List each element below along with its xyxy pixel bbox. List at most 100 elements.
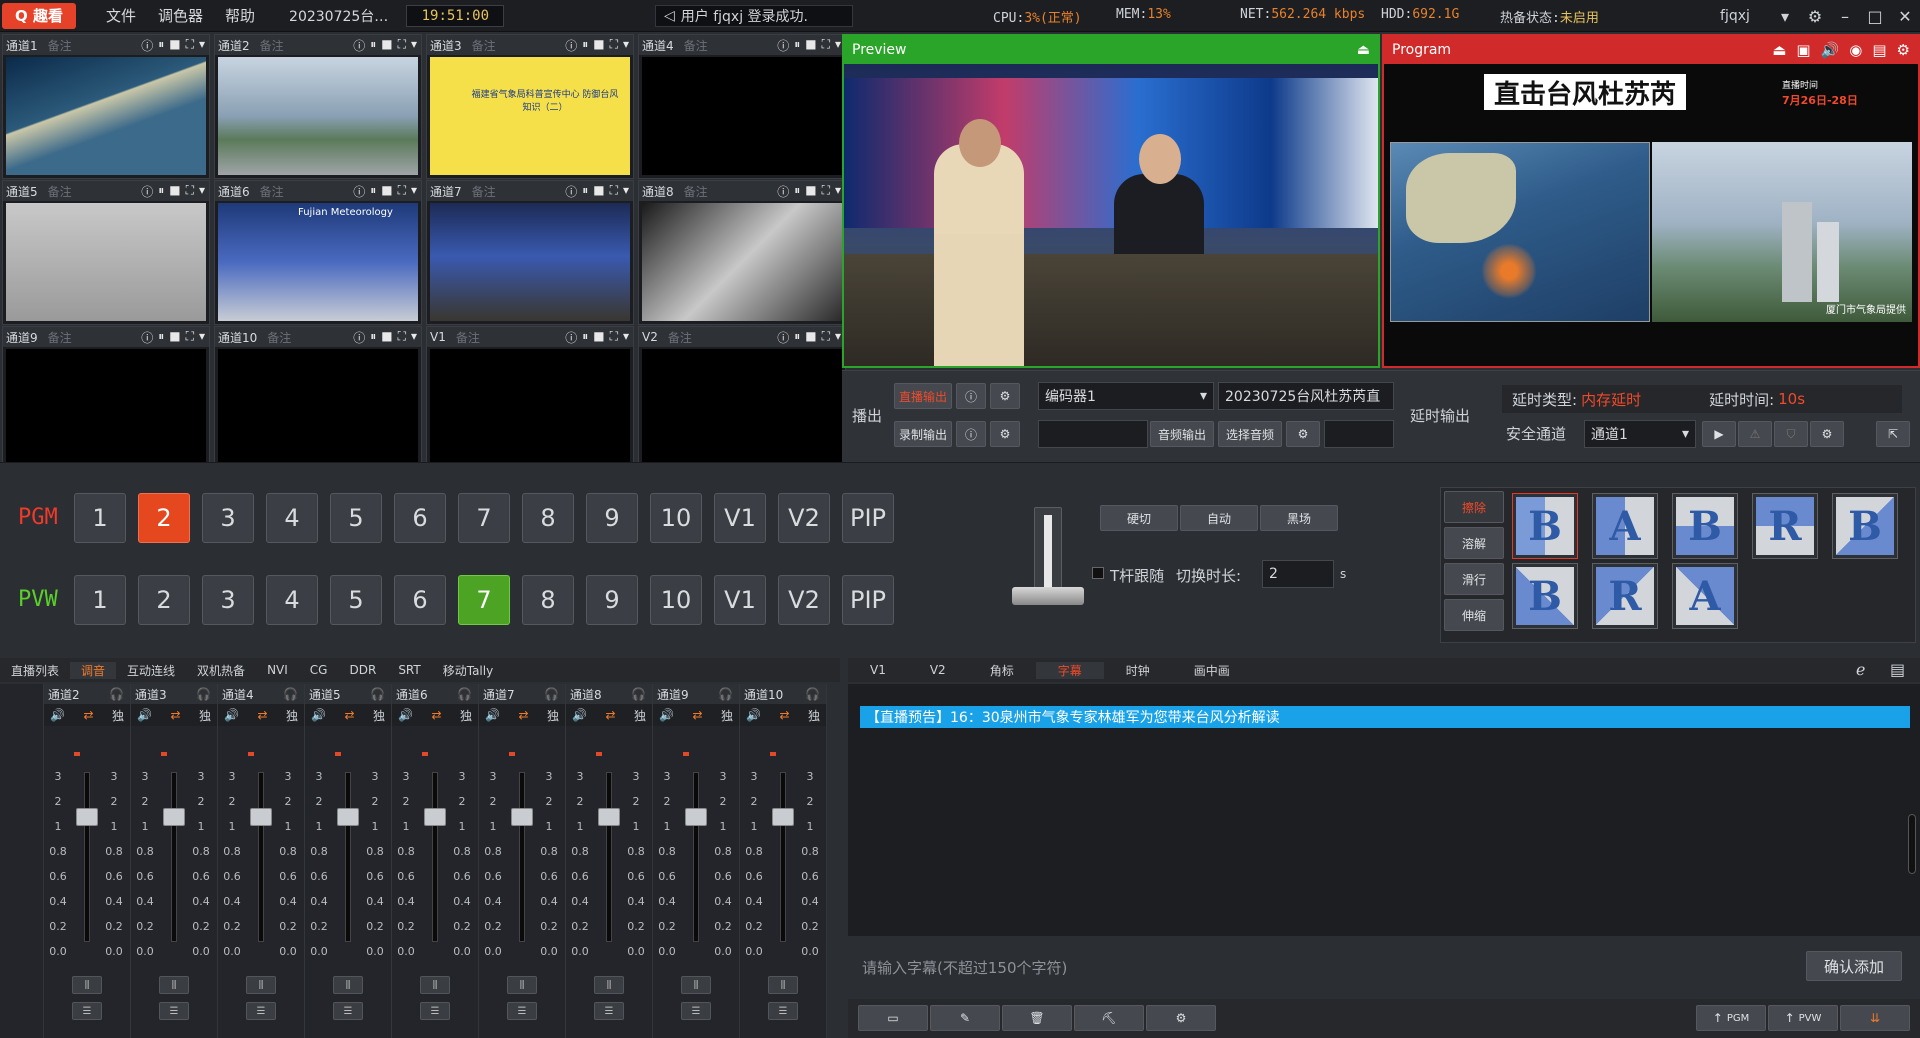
tab-right[interactable]: 角标 xyxy=(968,662,1036,679)
info-icon[interactable]: ⓘ xyxy=(141,183,153,200)
info-icon[interactable]: ⓘ xyxy=(777,37,789,54)
speaker-icon[interactable]: 🔊 xyxy=(746,708,761,722)
subtitle-input[interactable]: 请输入字幕(不超过150个字符) xyxy=(848,947,1920,987)
channel-cell[interactable]: 通道8 备注 ⓘ ⏸ ■ ⛶ ▾ xyxy=(638,180,846,325)
wipe-pattern[interactable]: B xyxy=(1832,493,1898,559)
camera-icon[interactable]: ■ xyxy=(381,37,392,54)
tab-left[interactable]: 调音 xyxy=(70,661,117,679)
pause-icon[interactable]: ⏸ xyxy=(582,183,588,200)
mixer-menu-button[interactable]: ☰ xyxy=(594,1002,624,1020)
effect-tab[interactable]: 擦除 xyxy=(1444,491,1504,523)
tab-right[interactable]: 画中画 xyxy=(1172,662,1252,679)
mixer-menu-button[interactable]: ☰ xyxy=(72,1002,102,1020)
info-icon[interactable]: ⓘ xyxy=(956,421,986,447)
channel-note[interactable]: 备注 xyxy=(48,37,72,54)
fit-icon[interactable]: ⛶ xyxy=(610,183,618,200)
camera-icon[interactable]: ■ xyxy=(593,329,604,346)
camera-icon[interactable]: ■ xyxy=(805,329,816,346)
audio-output-button[interactable]: 音频输出 xyxy=(1150,421,1214,447)
fit-icon[interactable]: ⛶ xyxy=(822,183,830,200)
send-to-pvw-button[interactable]: ↑ PVW xyxy=(1768,1005,1838,1031)
upload-icon[interactable]: ⏏ xyxy=(1357,42,1378,58)
chevron-down-icon[interactable]: ▾ xyxy=(411,183,417,200)
fader-knob[interactable] xyxy=(424,808,446,826)
menu-help[interactable]: 帮助 xyxy=(225,5,255,26)
channel-cell[interactable]: 通道1 备注 ⓘ ⏸ ■ ⛶ ▾ xyxy=(2,34,210,179)
pvw-key[interactable]: 8 xyxy=(522,575,574,625)
cut-button[interactable]: 硬切 xyxy=(1100,505,1178,531)
mixer-menu-button[interactable]: ☰ xyxy=(507,1002,537,1020)
export-icon[interactable]: ⇱ xyxy=(1876,421,1910,447)
channel-note[interactable]: 备注 xyxy=(260,183,284,200)
mixer-menu-button[interactable]: ☰ xyxy=(246,1002,276,1020)
pgm-key[interactable]: PIP xyxy=(842,493,894,543)
mixer-pan-button[interactable]: ⫼ xyxy=(72,976,102,994)
pvw-key[interactable]: 2 xyxy=(138,575,190,625)
channel-note[interactable]: 备注 xyxy=(684,183,708,200)
channel-note[interactable]: 备注 xyxy=(456,329,480,346)
close-icon[interactable]: ✕ xyxy=(1890,7,1920,26)
info-icon[interactable]: ⓘ xyxy=(777,183,789,200)
fit-icon[interactable]: ⛶ xyxy=(186,37,194,54)
pause-icon[interactable]: ⏸ xyxy=(794,37,800,54)
camera-icon[interactable]: ■ xyxy=(593,37,604,54)
gear-icon[interactable]: ⚙ xyxy=(1810,421,1844,447)
black-button[interactable]: 黑场 xyxy=(1260,505,1338,531)
info-icon[interactable]: ⓘ xyxy=(956,383,986,409)
mixer-pan-button[interactable]: ⫼ xyxy=(246,976,276,994)
pause-icon[interactable]: ⏸ xyxy=(158,183,164,200)
maximize-icon[interactable]: □ xyxy=(1860,7,1890,26)
channel-note[interactable]: 备注 xyxy=(48,183,72,200)
pause-icon[interactable]: ⏸ xyxy=(158,37,164,54)
speaker-icon[interactable]: 🔊 xyxy=(224,708,239,722)
fit-icon[interactable]: ⛶ xyxy=(398,183,406,200)
chevron-down-icon[interactable]: ▾ xyxy=(623,329,629,346)
fit-icon[interactable]: ⛶ xyxy=(822,37,830,54)
play-icon[interactable]: ▶ xyxy=(1702,421,1736,447)
tab-left[interactable]: 互动连线 xyxy=(116,662,186,679)
swap-icon[interactable]: ⇄ xyxy=(692,708,702,722)
speaker-icon[interactable]: 🔊 xyxy=(659,708,674,722)
camera-icon[interactable]: ■ xyxy=(169,183,180,200)
pvw-key[interactable]: 7 xyxy=(458,575,510,625)
headphone-icon[interactable]: 🎧 xyxy=(718,687,739,701)
gear-icon[interactable]: ⚙ xyxy=(1286,421,1320,447)
channel-cell[interactable]: 通道7 备注 ⓘ ⏸ ■ ⛶ ▾ xyxy=(426,180,634,325)
safe-channel-select[interactable]: 通道1 ▾ xyxy=(1584,420,1696,448)
speaker-icon[interactable]: 🔊 xyxy=(485,708,500,722)
swap-icon[interactable]: ⇄ xyxy=(518,708,528,722)
gear-icon[interactable]: ⚙ xyxy=(990,383,1020,409)
program-monitor[interactable]: Program ⏏ ▣ 🔊 ◉ ▤ ⚙ 直击台风杜苏芮 直播时间 7月26日-28日 厦门… xyxy=(1382,34,1920,368)
chat-icon[interactable]: ▤ xyxy=(1890,660,1905,679)
record-field[interactable] xyxy=(1038,420,1148,448)
sort-icon[interactable]: ⇊ xyxy=(1840,1005,1910,1031)
mixer-pan-button[interactable]: ⫼ xyxy=(420,976,450,994)
pgm-key[interactable]: 6 xyxy=(394,493,446,543)
fader-knob[interactable] xyxy=(337,808,359,826)
wipe-pattern[interactable]: A xyxy=(1592,493,1658,559)
solo-button[interactable]: 独 xyxy=(112,707,124,724)
channel-cell[interactable]: 通道4 备注 ⓘ ⏸ ■ ⛶ ▾ xyxy=(638,34,846,179)
swap-icon[interactable]: ⇄ xyxy=(170,708,180,722)
pause-icon[interactable]: ⏸ xyxy=(794,183,800,200)
channel-note[interactable]: 备注 xyxy=(472,183,496,200)
solo-button[interactable]: 独 xyxy=(373,707,385,724)
clean-icon[interactable]: ⛏ xyxy=(1074,1005,1144,1031)
chevron-down-icon[interactable]: ▾ xyxy=(411,37,417,54)
chevron-down-icon[interactable]: ▾ xyxy=(1770,7,1800,26)
tab-left[interactable]: SRT xyxy=(387,663,431,677)
auto-button[interactable]: 自动 xyxy=(1180,505,1258,531)
mixer-pan-button[interactable]: ⫼ xyxy=(681,976,711,994)
pvw-key[interactable]: 4 xyxy=(266,575,318,625)
channel-note[interactable]: 备注 xyxy=(668,329,692,346)
fader-knob[interactable] xyxy=(163,808,185,826)
headphone-icon[interactable]: 🎧 xyxy=(544,687,565,701)
wipe-pattern[interactable]: R xyxy=(1752,493,1818,559)
gear-icon[interactable]: ⚙ xyxy=(1800,7,1830,26)
headphone-icon[interactable]: 🎧 xyxy=(196,687,217,701)
camera-icon[interactable]: ■ xyxy=(169,329,180,346)
channel-cell[interactable]: 通道9 备注 ⓘ ⏸ ■ ⛶ ▾ xyxy=(2,326,210,471)
mixer-menu-button[interactable]: ☰ xyxy=(159,1002,189,1020)
solo-button[interactable]: 独 xyxy=(808,707,820,724)
swap-icon[interactable]: ⇄ xyxy=(779,708,789,722)
